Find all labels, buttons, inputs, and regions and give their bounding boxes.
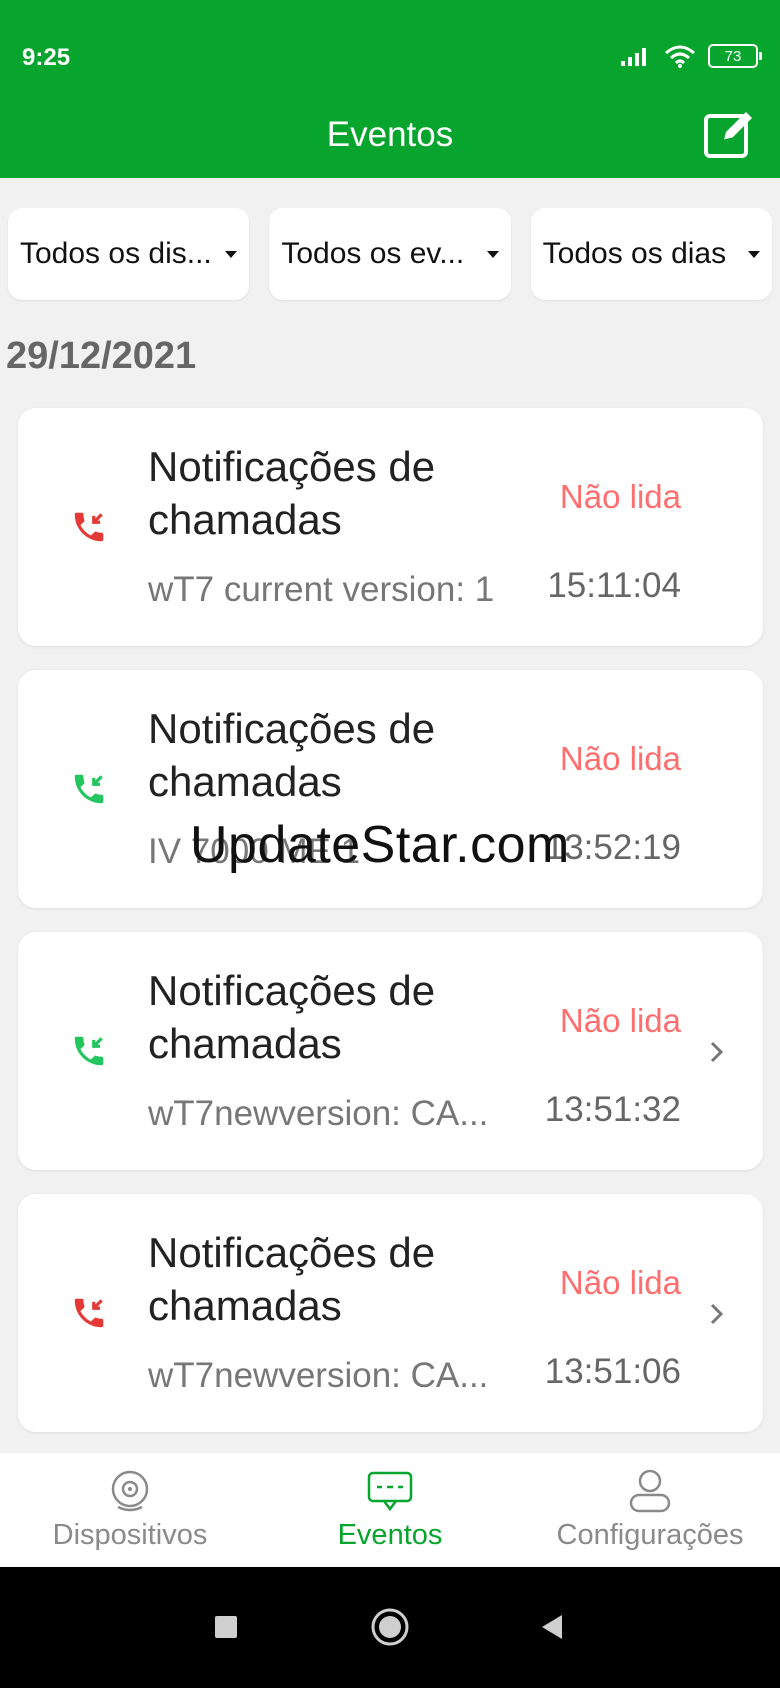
page-title: Eventos (326, 115, 454, 154)
event-title: Notificações de chamadas (148, 440, 435, 546)
nav-item-configuracoes[interactable]: Configurações (520, 1453, 780, 1567)
incoming-call-icon (74, 774, 104, 804)
event-title-line: Notificações de (148, 967, 436, 1014)
event-title-line: Notificações de (148, 443, 436, 490)
nav-label: Dispositivos (52, 1519, 208, 1551)
event-subtitle: wT7newversion: CA... (148, 1356, 489, 1395)
event-card[interactable]: Notificações de chamadas wT7newversion: … (18, 932, 763, 1170)
home-icon[interactable] (368, 1605, 412, 1649)
event-card[interactable]: Notificações de chamadas wT7newversion: … (18, 1194, 763, 1432)
status-icons: 73 (620, 44, 762, 68)
chevron-right-icon (710, 1041, 724, 1063)
dropdown-caret-icon (225, 250, 238, 258)
status-badge: Não lida (559, 1002, 681, 1039)
event-time: 15:11:04 (547, 566, 681, 605)
chat-icon (367, 1471, 413, 1512)
filter-bar: Todos os dis... Todos os ev... Todos os … (8, 208, 772, 300)
event-filter-label: Todos os ev... (281, 237, 465, 270)
edit-icon[interactable] (702, 108, 756, 162)
status-badge: Não lida (559, 740, 681, 777)
device-filter-label: Todos os dis... (20, 237, 212, 270)
back-icon[interactable] (530, 1605, 574, 1649)
nav-item-dispositivos[interactable]: Dispositivos (0, 1453, 260, 1567)
event-subtitle: wT7 current version: 1 (148, 570, 495, 609)
event-title-line: chamadas (148, 1282, 342, 1329)
event-subtitle: IV 7000 ME 1 (148, 832, 361, 871)
event-card[interactable]: Notificações de chamadas wT7 current ver… (18, 408, 763, 646)
event-time: 13:51:06 (544, 1352, 681, 1391)
event-card[interactable]: Notificações de chamadas IV 7000 ME 1 Nã… (18, 670, 763, 908)
dropdown-caret-icon (486, 250, 499, 258)
event-title-line: Notificações de (148, 1229, 436, 1276)
battery-icon: 73 (708, 44, 762, 68)
event-title: Notificações de chamadas (148, 702, 435, 808)
nav-label: Eventos (337, 1519, 443, 1551)
status-badge: Não lida (559, 1264, 681, 1301)
event-title-line: Notificações de (148, 705, 436, 752)
event-title: Notificações de chamadas (148, 1226, 435, 1332)
event-time: 13:52:19 (544, 828, 681, 867)
day-filter-dropdown[interactable]: Todos os dias (530, 208, 772, 300)
event-title-line: chamadas (148, 496, 342, 543)
date-header: 29/12/2021 (6, 335, 197, 377)
device-filter-dropdown[interactable]: Todos os dis... (8, 208, 250, 300)
event-subtitle: wT7newversion: CA... (148, 1094, 489, 1133)
event-title: Notificações de chamadas (148, 964, 435, 1070)
nav-label: Configurações (556, 1519, 744, 1551)
day-filter-label: Todos os dias (542, 237, 727, 270)
missed-call-icon (74, 512, 104, 542)
battery-level: 73 (724, 47, 742, 65)
recents-icon[interactable] (204, 1605, 248, 1649)
status-badge: Não lida (559, 478, 681, 515)
system-nav-bar (0, 1567, 780, 1688)
event-title-line: chamadas (148, 1020, 342, 1067)
event-title-line: chamadas (148, 758, 342, 805)
event-filter-dropdown[interactable]: Todos os ev... (269, 208, 511, 300)
nav-item-eventos[interactable]: Eventos (260, 1453, 520, 1567)
bottom-nav: Dispositivos Eventos Configurações (0, 1453, 780, 1567)
signal-icon (621, 48, 646, 66)
incoming-call-icon (74, 1036, 104, 1066)
status-time: 9:25 (22, 44, 71, 71)
wifi-icon (665, 45, 695, 68)
camera-icon (111, 1470, 149, 1512)
dropdown-caret-icon (747, 250, 760, 258)
app-bar: 9:25 73 Eventos (0, 0, 780, 178)
missed-call-icon (74, 1298, 104, 1328)
event-time: 13:51:32 (544, 1090, 681, 1129)
chevron-right-icon (710, 1303, 724, 1325)
user-icon (629, 1469, 671, 1513)
